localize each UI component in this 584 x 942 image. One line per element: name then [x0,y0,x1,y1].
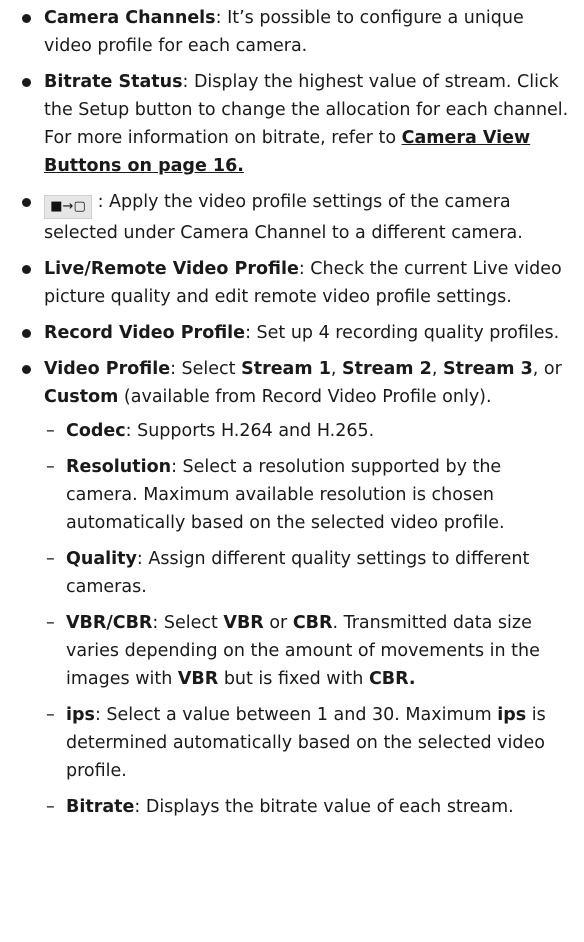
text: (available from Record Video Profile onl… [118,386,492,407]
copy-settings-icon: ■→▢ [44,194,92,219]
sub-item-resolution: Resolution: Select a resolution supporte… [44,453,574,537]
text: : Select a value between 1 and 30. Maxim… [94,704,498,725]
text: , or [532,358,562,379]
option-custom: Custom [44,386,119,407]
text: , [431,358,443,379]
list-item-video-profile: Video Profile: Select Stream 1, Stream 2… [20,355,574,821]
sub-item-codec: Codec: Supports H.264 and H.265. [44,417,574,445]
manual-page: Camera Channels: It’s possible to config… [0,0,584,821]
text: : Select [170,358,242,379]
term: VBR/CBR [66,612,153,633]
text: but is fixed with [218,668,369,689]
keyword-vbr: VBR [177,668,219,689]
list-item-live-remote-profile: Live/Remote Video Profile: Check the cur… [20,255,574,311]
list-item-bitrate-status: Bitrate Status: Display the highest valu… [20,68,574,180]
list-item-copy-settings: ■→▢ : Apply the video profile settings o… [20,188,574,247]
text: : Select [152,612,224,633]
term: Camera Channels [44,8,216,28]
term: Quality [66,548,137,569]
term: Record Video Profile [44,322,246,343]
term: Bitrate [66,796,135,817]
sub-item-bitrate: Bitrate: Displays the bitrate value of e… [44,793,574,821]
keyword-ips: ips [497,704,527,725]
list-item-camera-channels: Camera Channels: It’s possible to config… [20,4,574,60]
option-stream-1: Stream 1 [241,358,331,379]
keyword-cbr: CBR. [368,668,416,689]
sub-item-ips: ips: Select a value between 1 and 30. Ma… [44,701,574,785]
video-profile-sublist: Codec: Supports H.264 and H.265. Resolut… [44,417,574,821]
option-stream-3: Stream 3 [442,358,533,379]
option-cbr: CBR [292,612,333,633]
term: Bitrate Status [44,72,183,92]
text: or [263,612,293,633]
text: , [330,358,343,379]
term: Codec [66,420,126,441]
description: : Set up 4 recording quality profiles. [245,322,560,343]
description: : Displays the bitrate value of each str… [134,796,514,817]
description: : Apply the video profile settings of th… [44,192,523,243]
list-item-record-profile: Record Video Profile: Set up 4 recording… [20,319,574,347]
term: ips [66,704,95,725]
option-stream-2: Stream 2 [342,358,432,379]
description: : Supports H.264 and H.265. [125,420,375,441]
term: Live/Remote Video Profile [44,258,299,279]
term: Resolution [66,456,172,477]
term: Video Profile [44,358,171,379]
sub-item-vbr-cbr: VBR/CBR: Select VBR or CBR. Transmitted … [44,609,574,693]
settings-list: Camera Channels: It’s possible to config… [20,4,574,821]
sub-item-quality: Quality: Assign different quality settin… [44,545,574,601]
option-vbr: VBR [223,612,264,633]
